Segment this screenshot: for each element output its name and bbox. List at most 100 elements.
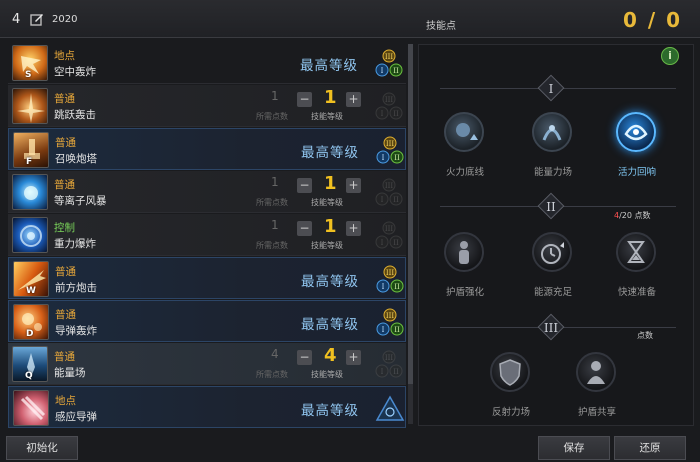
skill-row[interactable]: 普通 等离子风暴 1 所需点数 − 1 + 技能等级 III I II <box>8 171 406 213</box>
svg-text:I: I <box>382 326 385 334</box>
skill-row[interactable]: 地点 感应导弹 最高等级 <box>8 386 406 428</box>
energy-force-icon[interactable] <box>532 112 572 152</box>
init-button[interactable]: 初始化 <box>6 436 78 460</box>
edit-icon[interactable] <box>30 12 44 26</box>
svg-text:III: III <box>385 96 394 104</box>
required-points-label: 所需点数 <box>256 241 288 250</box>
tripod-icon[interactable]: III I II <box>375 308 405 338</box>
skill-type: 普通 <box>55 309 76 321</box>
node-label: 护盾共享 <box>577 407 616 418</box>
level-down-button[interactable]: − <box>297 178 312 193</box>
level-down-button[interactable]: − <box>297 221 312 236</box>
svg-text:II: II <box>394 154 400 162</box>
svg-text:II: II <box>393 368 399 376</box>
vitality-echo-icon[interactable] <box>616 112 656 152</box>
tripod-icon[interactable]: III I II <box>374 49 404 79</box>
restore-button[interactable]: 还原 <box>614 436 686 460</box>
skill-name: 导弹轰炸 <box>55 325 97 337</box>
node-label: 护盾强化 <box>445 287 484 298</box>
tier-label: I <box>549 82 554 96</box>
svg-text:II: II <box>394 283 400 291</box>
max-level-label: 最高等级 <box>300 58 358 74</box>
tripod-icon[interactable]: III I II <box>375 265 405 295</box>
skill-row[interactable]: D 普通 导弹轰炸 最高等级 III I II <box>8 300 406 342</box>
tripod-icon-locked: III I II <box>375 221 403 249</box>
tier-label: II <box>546 200 556 214</box>
node-label: 能源充足 <box>533 287 572 298</box>
tripod-icon[interactable]: III I II <box>375 136 405 166</box>
awakening-icon[interactable] <box>375 394 405 424</box>
skill-row[interactable]: 控制 重力爆炸 1 所需点数 − 1 + 技能等级 III I II <box>8 214 406 256</box>
node-label: 快速准备 <box>617 287 656 298</box>
svg-text:I: I <box>381 196 384 204</box>
hotkey-label: Q <box>25 371 33 381</box>
info-icon[interactable]: i <box>661 47 679 65</box>
header-year: 2020 <box>52 14 78 25</box>
hotkey-label: W <box>26 286 36 296</box>
skill-type: 普通 <box>54 93 75 105</box>
skill-list: S 地点 空中轰炸 最高等级 III I II 普通 跳跃轰击 1 所需点数 −… <box>8 42 406 428</box>
tier-badge-3: III <box>537 313 565 341</box>
level-up-button[interactable]: + <box>346 92 361 107</box>
svg-text:I: I <box>381 110 384 118</box>
save-button[interactable]: 保存 <box>538 436 610 460</box>
skill-level: 1 <box>324 173 337 194</box>
tripod-icon-locked: III I II <box>375 350 403 378</box>
tier-badge-1: I <box>537 74 565 102</box>
svg-text:III: III <box>385 354 394 362</box>
level-up-button[interactable]: + <box>346 221 361 236</box>
svg-text:II: II <box>394 326 400 334</box>
max-level-label: 最高等级 <box>301 274 359 290</box>
required-points-label: 所需点数 <box>256 198 288 207</box>
jump-strike-icon <box>12 88 48 124</box>
homing-missile-icon <box>13 390 49 426</box>
hotkey-label: F <box>26 157 33 167</box>
skill-type: 控制 <box>54 222 75 234</box>
hotkey-label: D <box>26 329 34 339</box>
svg-text:I: I <box>381 67 384 75</box>
tripod-icon-locked: III I II <box>375 178 403 206</box>
level-up-button[interactable]: + <box>346 178 361 193</box>
firepower-icon[interactable] <box>444 112 484 152</box>
required-points: 4 <box>271 347 279 361</box>
tier3-points: 点数 <box>637 331 653 340</box>
required-points: 1 <box>271 218 279 232</box>
skill-level: 1 <box>324 87 337 108</box>
skill-level-label: 技能等级 <box>311 241 343 250</box>
skill-type: 地点 <box>55 395 76 407</box>
max-level-label: 最高等级 <box>301 317 359 333</box>
skill-type: 普通 <box>54 351 75 363</box>
level-down-button[interactable]: − <box>297 92 312 107</box>
skill-row-selected[interactable]: Q 普通 能量场 4 所需点数 − 4 + 技能等级 III I II <box>8 343 406 385</box>
required-points: 1 <box>271 89 279 103</box>
plasma-storm-icon <box>12 174 48 210</box>
skill-name: 能量场 <box>54 367 86 379</box>
reflect-shield-icon[interactable] <box>490 352 530 392</box>
skill-type: 普通 <box>55 137 76 149</box>
shield-boost-icon[interactable] <box>444 232 484 272</box>
skill-row[interactable]: S 地点 空中轰炸 最高等级 III I II <box>8 42 406 84</box>
skill-name: 重力爆炸 <box>54 238 96 250</box>
skill-level-label: 技能等级 <box>311 370 343 379</box>
header-number: 4 <box>12 12 21 27</box>
shield-share-icon[interactable] <box>576 352 616 392</box>
svg-text:III: III <box>386 140 395 148</box>
level-down-button[interactable]: − <box>297 350 312 365</box>
svg-text:III: III <box>386 269 395 277</box>
stopwatch-icon[interactable] <box>532 232 572 272</box>
airstrike-icon: S <box>12 45 48 81</box>
skill-level-label: 技能等级 <box>311 112 343 121</box>
svg-text:III: III <box>385 53 394 61</box>
svg-text:II: II <box>393 67 399 75</box>
required-points-label: 所需点数 <box>256 112 288 121</box>
skill-name: 等离子风暴 <box>54 195 107 207</box>
skill-name: 前方炮击 <box>55 282 97 294</box>
skill-list-scroll-thumb[interactable] <box>408 44 413 384</box>
skill-name: 感应导弹 <box>55 411 97 423</box>
hourglass-icon[interactable] <box>616 232 656 272</box>
skill-row[interactable]: F 普通 召唤炮塔 最高等级 III I II <box>8 128 406 170</box>
level-up-button[interactable]: + <box>346 350 361 365</box>
skill-row[interactable]: 普通 跳跃轰击 1 所需点数 − 1 + 技能等级 III I II <box>8 85 406 127</box>
svg-text:II: II <box>393 196 399 204</box>
skill-row[interactable]: W 普通 前方炮击 最高等级 III I II <box>8 257 406 299</box>
